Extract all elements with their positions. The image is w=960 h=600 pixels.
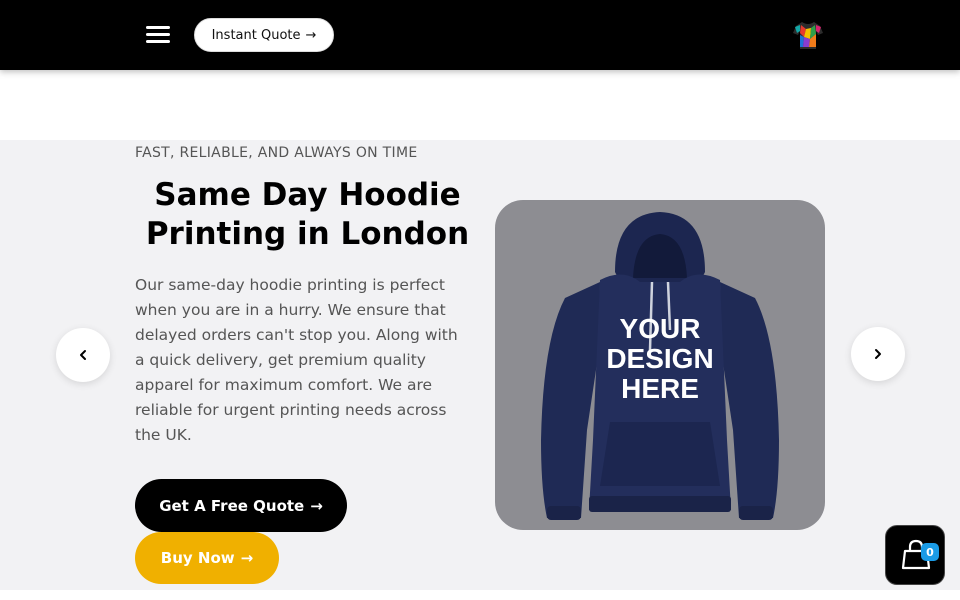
arrow-right-icon: → [310, 496, 323, 515]
print-text-line2: DESIGN [606, 343, 713, 374]
carousel-next-button[interactable] [851, 327, 905, 381]
instant-quote-button[interactable]: Instant Quote → [194, 18, 334, 52]
hoodie-illustration: YOUR DESIGN HERE [541, 212, 779, 520]
buy-now-label: Buy Now [160, 549, 235, 567]
carousel-prev-button[interactable] [56, 328, 110, 382]
page-title: Same Day Hoodie Printing in London [145, 177, 470, 252]
cart-button[interactable]: 0 [885, 525, 945, 585]
hero-description: Our same-day hoodie printing is perfect … [135, 276, 458, 444]
cart-count-badge: 0 [921, 543, 939, 561]
arrow-right-icon: → [305, 27, 317, 43]
top-navigation-bar: Instant Quote → [0, 0, 960, 70]
colorful-tshirt-logo-icon[interactable] [792, 19, 824, 51]
chevron-left-icon [80, 350, 86, 360]
buy-now-button[interactable]: Buy Now → [135, 532, 279, 584]
chevron-right-icon [875, 349, 881, 359]
print-text-line1: YOUR [620, 313, 701, 344]
instant-quote-label: Instant Quote [211, 27, 301, 43]
hamburger-menu-icon[interactable] [146, 26, 170, 44]
hero-eyebrow: FAST, RELIABLE, AND ALWAYS ON TIME [135, 145, 418, 161]
print-text-line3: HERE [621, 373, 699, 404]
get-free-quote-label: Get A Free Quote [159, 496, 305, 515]
arrow-right-icon: → [240, 549, 254, 567]
product-image-hoodie: YOUR DESIGN HERE [495, 200, 825, 530]
get-free-quote-button[interactable]: Get A Free Quote → [135, 479, 347, 532]
